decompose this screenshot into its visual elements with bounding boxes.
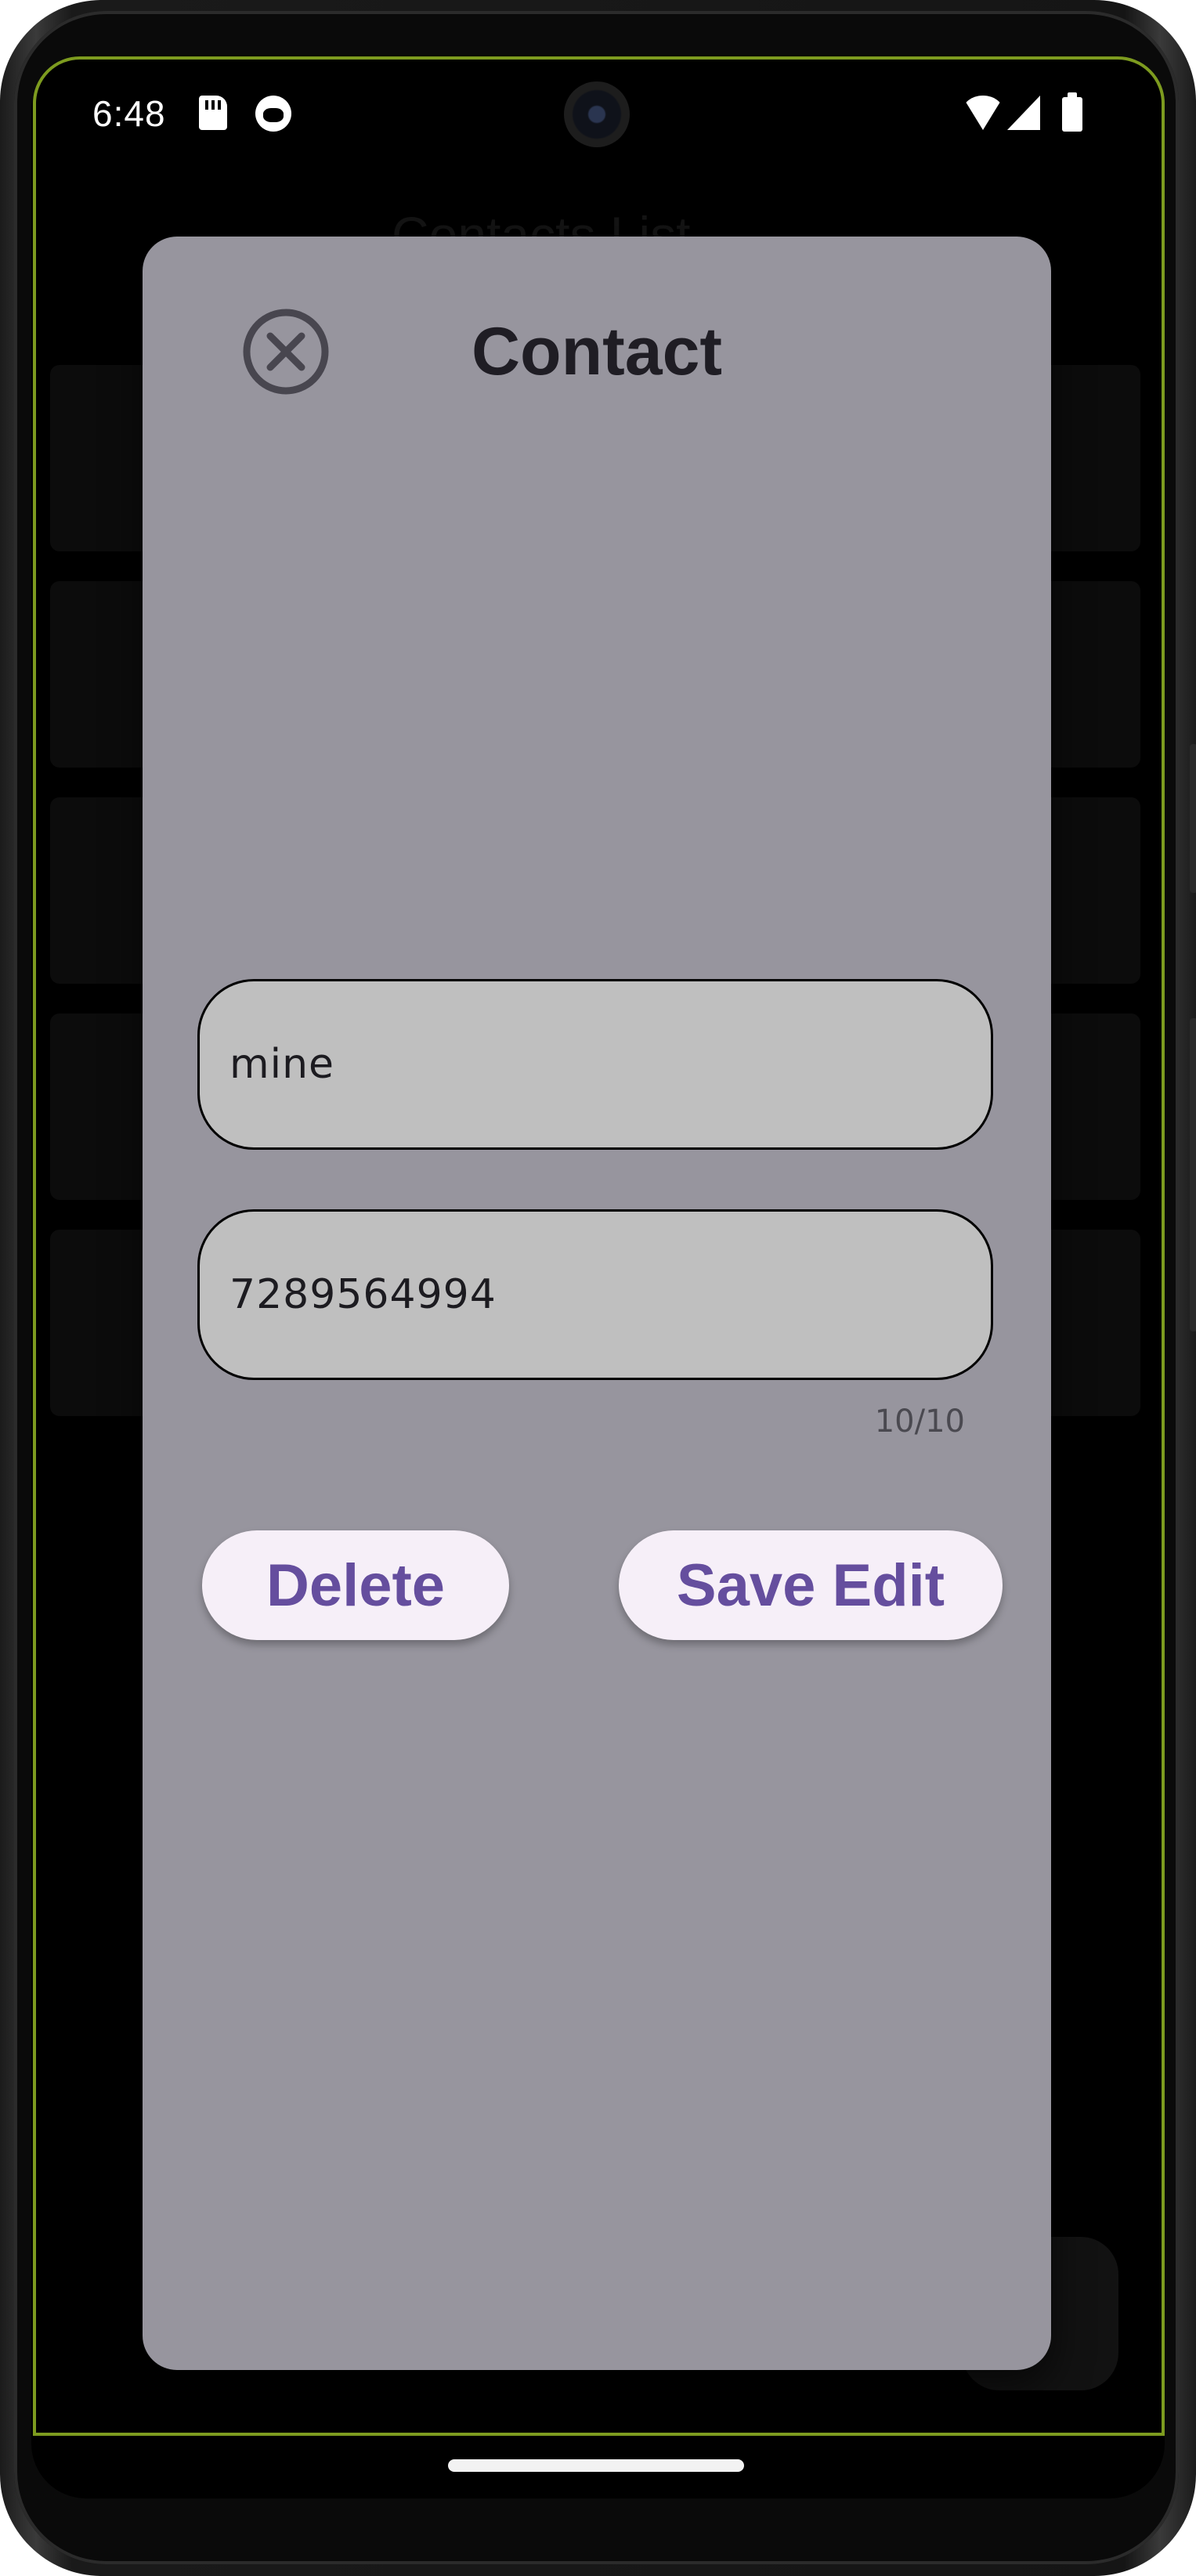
phone-field[interactable] <box>197 1209 993 1380</box>
character-counter: 10/10 <box>874 1404 965 1440</box>
sd-card-icon <box>199 96 227 130</box>
power-button <box>1190 744 1196 893</box>
home-indicator[interactable] <box>448 2459 744 2472</box>
camera-cutout <box>564 81 630 147</box>
volume-button <box>1190 1018 1196 1331</box>
save-edit-button[interactable]: Save Edit <box>619 1530 1003 1640</box>
status-time: 6:48 <box>92 93 166 134</box>
phone-input[interactable] <box>229 1212 958 1378</box>
contact-dialog: Contact 10/10 Delete Save Edit <box>143 237 1051 2370</box>
phone-device-frame: 6:48 Contacts List Contact 10/10 Delete <box>0 0 1196 2576</box>
signal-icon <box>1007 96 1040 130</box>
cat-notification-icon <box>255 96 291 132</box>
wifi-icon <box>962 96 1004 130</box>
dialog-title: Contact <box>471 314 723 389</box>
battery-icon <box>1062 92 1082 132</box>
name-field[interactable] <box>197 979 993 1150</box>
name-input[interactable] <box>229 981 958 1147</box>
delete-button[interactable]: Delete <box>202 1530 509 1640</box>
